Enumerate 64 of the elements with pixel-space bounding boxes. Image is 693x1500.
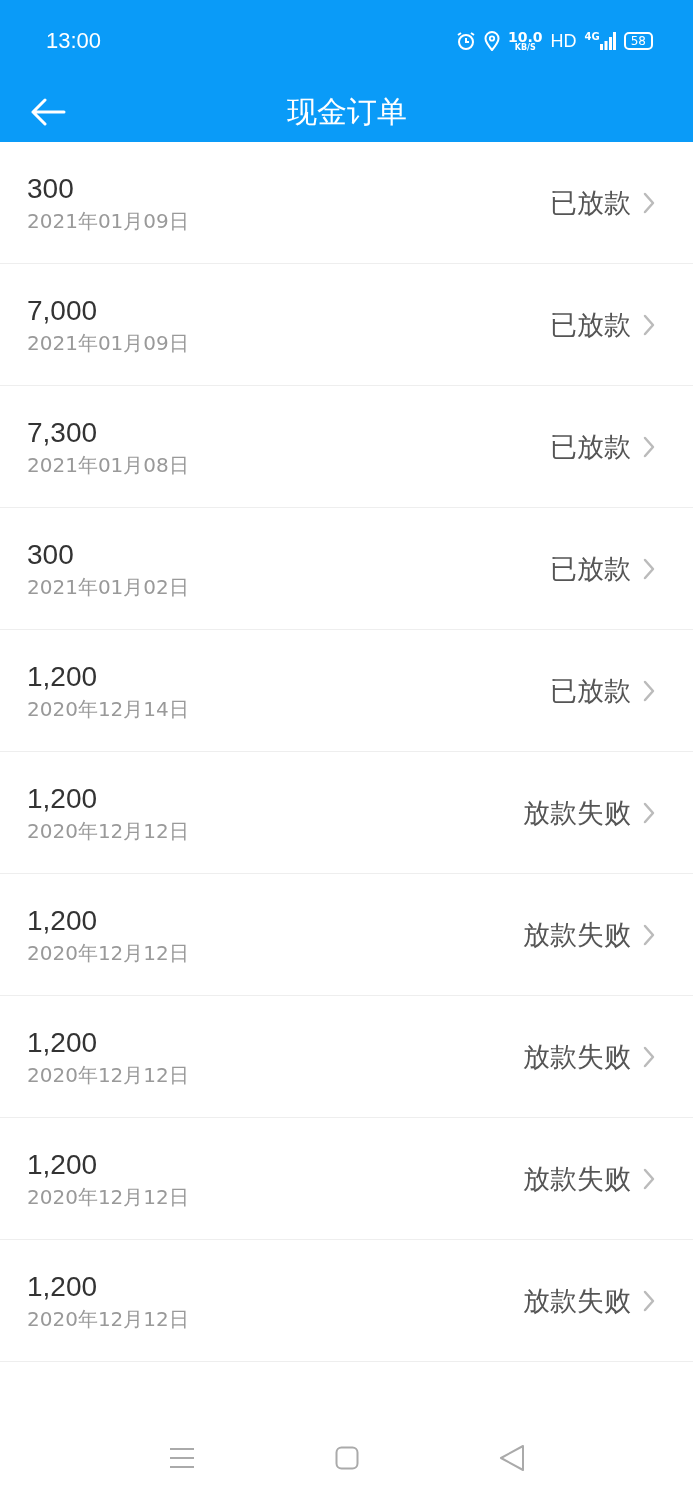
chevron-right-icon: [643, 1045, 655, 1068]
order-row[interactable]: 1,200 2020年12月12日 放款失败: [0, 1118, 693, 1240]
order-amount: 1,200: [27, 1270, 99, 1303]
order-row[interactable]: 300 2021年01月02日 已放款: [0, 508, 693, 630]
order-status: 放款失败: [523, 1283, 631, 1318]
network-speed: 10.0: [508, 30, 543, 44]
chevron-right-icon: [643, 923, 655, 946]
page-title: 现金订单: [285, 92, 408, 131]
order-status: 已放款: [550, 185, 631, 220]
order-date: 2020年12月12日: [27, 940, 189, 965]
order-status: 已放款: [550, 429, 631, 464]
order-status: 已放款: [550, 307, 631, 342]
order-amount: 1,200: [27, 1148, 99, 1181]
order-date: 2020年12月12日: [27, 818, 189, 843]
order-amount: 300: [27, 538, 75, 571]
order-status: 放款失败: [523, 917, 631, 952]
chevron-right-icon: [643, 801, 655, 824]
order-status: 已放款: [550, 551, 631, 586]
order-status: 放款失败: [523, 1039, 631, 1074]
order-amount: 1,200: [27, 904, 99, 937]
signal-icon: [599, 31, 616, 51]
order-date: 2020年12月12日: [27, 1184, 189, 1209]
order-row[interactable]: 1,200 2020年12月14日 已放款: [0, 630, 693, 752]
order-status: 放款失败: [523, 1161, 631, 1196]
hd-label: HD: [550, 30, 577, 52]
order-row[interactable]: 7,000 2021年01月09日 已放款: [0, 264, 693, 386]
order-date: 2020年12月14日: [27, 696, 189, 721]
chevron-right-icon: [643, 191, 655, 214]
back-arrow-icon: [30, 98, 66, 126]
order-row[interactable]: 1,200 2020年12月12日 放款失败: [0, 752, 693, 874]
order-amount: 7,000: [27, 294, 99, 327]
order-date: 2021年01月09日: [27, 208, 189, 233]
order-amount: 1,200: [27, 1026, 99, 1059]
chevron-right-icon: [643, 435, 655, 458]
order-row[interactable]: 300 2021年01月09日 已放款: [0, 142, 693, 264]
location-icon: [484, 31, 500, 51]
chevron-right-icon: [643, 1167, 655, 1190]
chevron-right-icon: [643, 557, 655, 580]
speed-unit: KB/S: [514, 44, 536, 52]
order-date: 2021年01月02日: [27, 574, 189, 599]
order-amount: 1,200: [27, 782, 99, 815]
order-status: 放款失败: [523, 795, 631, 830]
order-amount: 300: [27, 172, 75, 205]
order-date: 2020年12月12日: [27, 1306, 189, 1331]
chevron-right-icon: [643, 679, 655, 702]
chevron-right-icon: [643, 313, 655, 336]
battery-indicator: 58: [623, 32, 653, 50]
order-date: 2020年12月12日: [27, 1062, 189, 1087]
menu-icon[interactable]: [168, 1446, 195, 1469]
status-time: 13:00: [46, 28, 102, 54]
back-icon[interactable]: [498, 1443, 525, 1472]
order-date: 2021年01月09日: [27, 330, 189, 355]
order-date: 2021年01月08日: [27, 452, 189, 477]
order-status: 已放款: [550, 673, 631, 708]
order-amount: 7,300: [27, 416, 99, 449]
chevron-right-icon: [643, 1289, 655, 1312]
order-row[interactable]: 1,200 2020年12月12日 放款失败: [0, 996, 693, 1118]
alarm-icon: [456, 31, 476, 51]
order-row[interactable]: 1,200 2020年12月12日 放款失败: [0, 874, 693, 996]
order-row[interactable]: 7,300 2021年01月08日 已放款: [0, 386, 693, 508]
order-row[interactable]: 1,200 2020年12月12日 放款失败: [0, 1240, 693, 1362]
network-type: 4G: [584, 31, 600, 42]
order-amount: 1,200: [27, 660, 99, 693]
home-icon[interactable]: [334, 1445, 359, 1470]
